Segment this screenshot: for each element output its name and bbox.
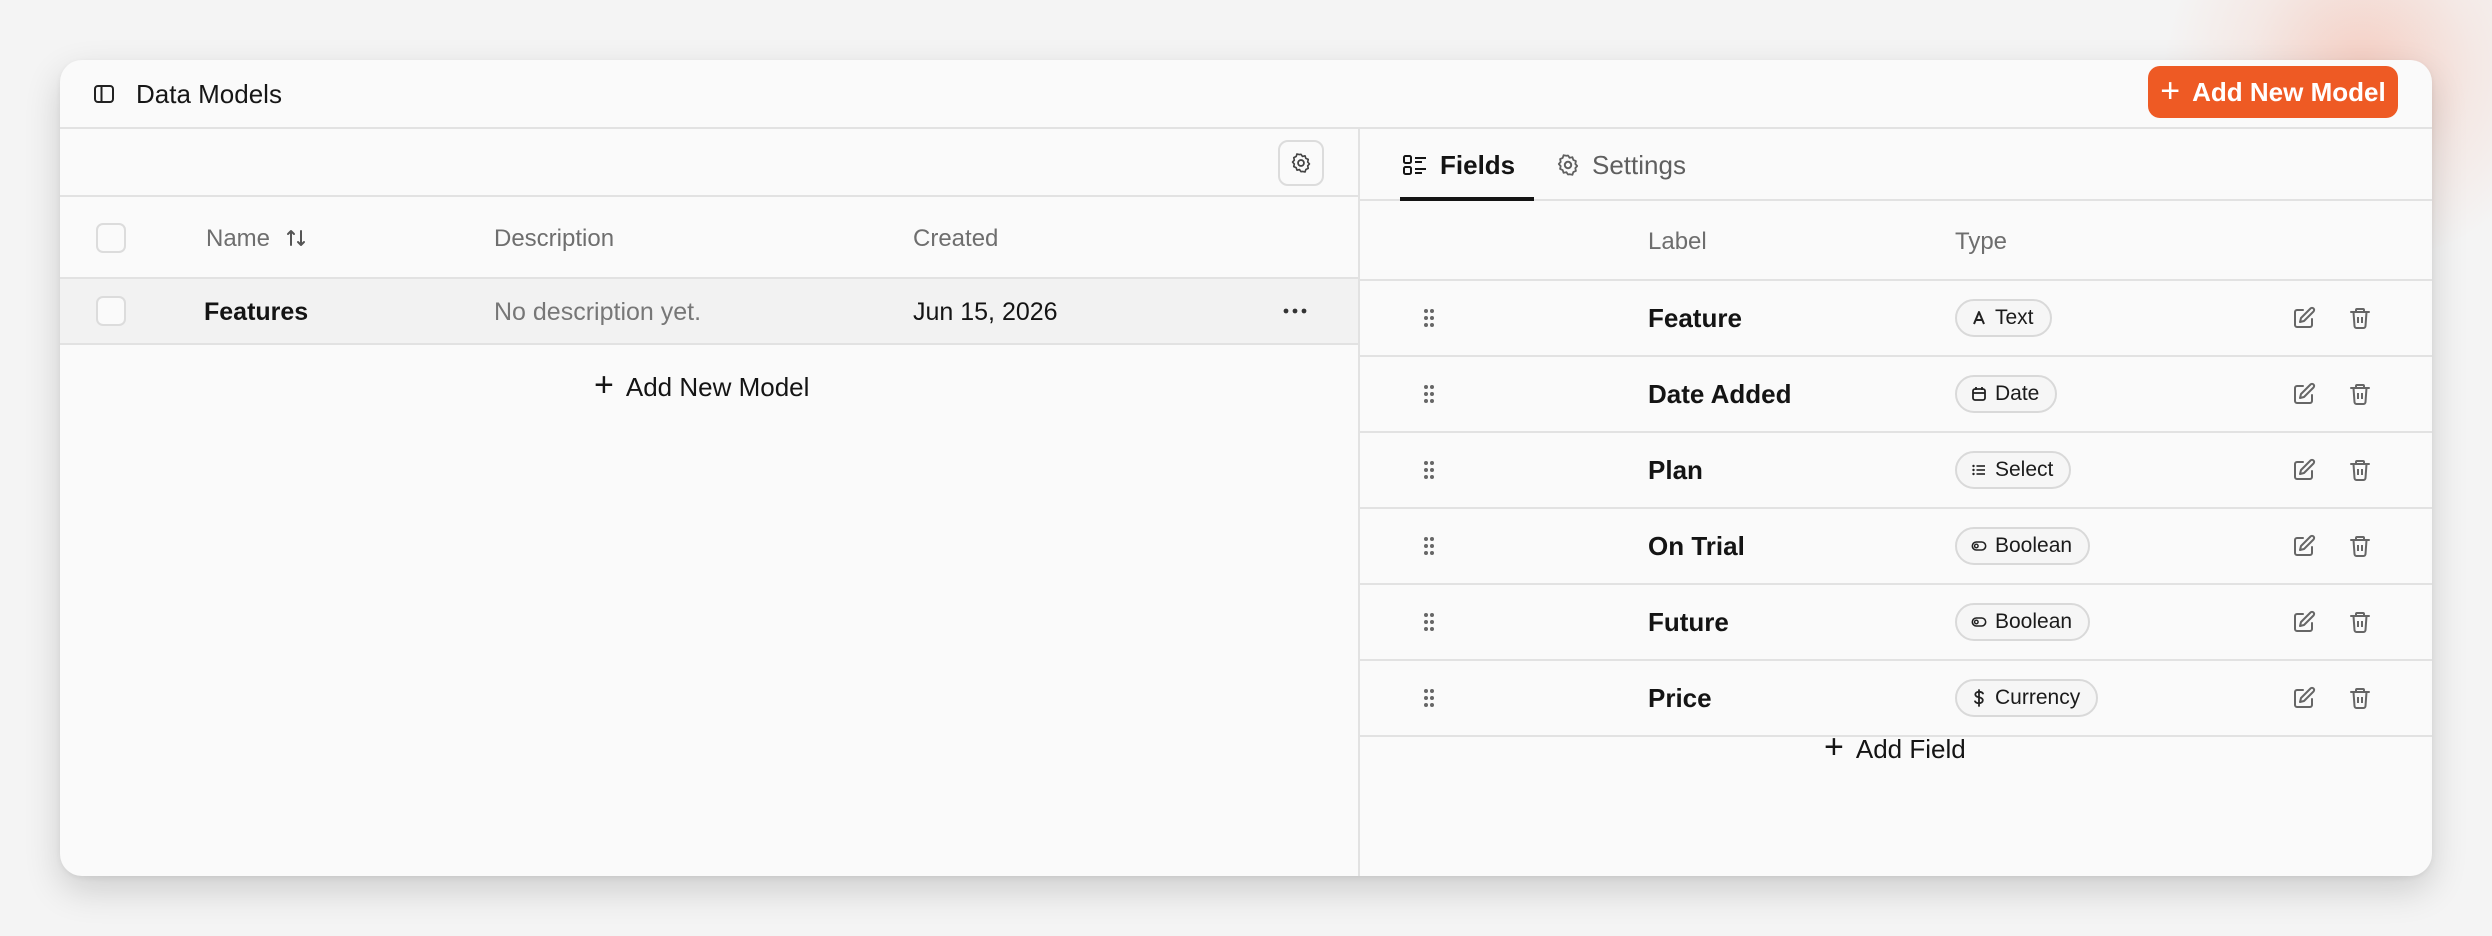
trash-icon[interactable] <box>2346 380 2374 408</box>
fields-table-header: Label Type <box>1360 201 2432 281</box>
fields-pane: Fields Settings Label Type Feature Text Da… <box>1360 129 2432 876</box>
plus-icon: + <box>2160 71 2181 110</box>
sidebar-toggle-icon[interactable] <box>92 82 116 106</box>
trash-icon[interactable] <box>2346 456 2374 484</box>
calendar-icon <box>1971 386 1987 402</box>
drag-handle-icon[interactable] <box>1422 611 1436 633</box>
field-type-badge: Boolean <box>1955 603 2091 641</box>
list-icon <box>1971 462 1987 478</box>
field-type-badge: Text <box>1955 299 2052 337</box>
field-label: Plan <box>1648 455 1703 485</box>
tab-settings[interactable]: Settings <box>1556 143 1686 187</box>
sort-icon <box>286 229 305 246</box>
toggle-icon <box>1971 614 1987 630</box>
row-checkbox[interactable] <box>96 296 126 326</box>
table-row[interactable]: Plan Select <box>1360 433 2432 509</box>
app-window: Data Models + Add New Model Name Descrip… <box>60 60 2432 876</box>
model-name: Features <box>204 298 309 326</box>
field-type-label: Boolean <box>1995 534 2073 557</box>
model-created-date: Jun 15, 2026 <box>913 298 1058 326</box>
add-new-model-link-label: Add New Model <box>625 371 810 402</box>
column-header-label: Label <box>1648 228 1707 255</box>
field-label: Date Added <box>1648 379 1792 409</box>
add-new-model-button[interactable]: + Add New Model <box>2148 66 2398 118</box>
edit-icon[interactable] <box>2290 684 2318 712</box>
gear-icon <box>1291 153 1311 173</box>
edit-icon[interactable] <box>2290 456 2318 484</box>
field-type-label: Boolean <box>1995 610 2073 633</box>
field-type-badge: Select <box>1955 451 2072 489</box>
toggle-icon <box>1971 538 1987 554</box>
trash-icon[interactable] <box>2346 304 2374 332</box>
field-label: Future <box>1648 607 1729 637</box>
drag-handle-icon[interactable] <box>1422 307 1436 329</box>
page-title: Data Models <box>136 79 282 109</box>
add-new-model-label: Add New Model <box>2192 76 2386 107</box>
table-row[interactable]: On Trial Boolean <box>1360 509 2432 585</box>
trash-icon[interactable] <box>2346 532 2374 560</box>
field-type-label: Currency <box>1995 686 2081 709</box>
table-row[interactable]: Date Added Date <box>1360 357 2432 433</box>
models-pane: Name Description Created Features No des… <box>60 129 1358 876</box>
text-type-icon <box>1971 310 1987 326</box>
models-table-header: Name Description Created <box>60 197 1358 279</box>
column-header-type: Type <box>1955 228 2008 255</box>
table-row[interactable]: Features No description yet. Jun 15, 202… <box>60 279 1358 345</box>
field-type-label: Date <box>1995 382 2040 405</box>
trash-icon[interactable] <box>2346 684 2374 712</box>
table-settings-button[interactable] <box>1278 140 1324 186</box>
field-label: Feature <box>1648 303 1742 333</box>
table-row[interactable]: Feature Text <box>1360 281 2432 357</box>
plus-icon: + <box>594 366 614 404</box>
edit-icon[interactable] <box>2290 608 2318 636</box>
list-icon <box>1403 155 1426 175</box>
drag-handle-icon[interactable] <box>1422 459 1436 481</box>
tab-bar: Fields Settings <box>1360 129 2432 201</box>
table-row[interactable]: Price Currency <box>1360 661 2432 737</box>
tab-fields[interactable]: Fields <box>1402 143 1515 187</box>
drag-handle-icon[interactable] <box>1422 535 1436 557</box>
dollar-icon <box>1971 689 1987 707</box>
edit-icon[interactable] <box>2290 380 2318 408</box>
field-type-badge: Date <box>1955 375 2058 413</box>
drag-handle-icon[interactable] <box>1422 687 1436 709</box>
select-all-checkbox[interactable] <box>96 223 126 253</box>
add-field-button[interactable]: + Add Field <box>1824 729 1966 769</box>
field-label: Price <box>1648 683 1712 713</box>
table-row[interactable]: Future Boolean <box>1360 585 2432 661</box>
models-toolbar <box>60 129 1358 197</box>
field-type-badge: Boolean <box>1955 527 2091 565</box>
add-field-label: Add Field <box>1855 733 1966 764</box>
more-options-icon[interactable] <box>1280 299 1310 323</box>
plus-icon: + <box>1824 728 1844 766</box>
field-type-label: Select <box>1995 458 2054 481</box>
field-type-badge: Currency <box>1955 679 2099 717</box>
model-description: No description yet. <box>494 298 702 326</box>
gear-icon <box>1557 154 1579 176</box>
add-new-model-link[interactable]: + Add New Model <box>594 367 809 407</box>
field-label: On Trial <box>1648 531 1745 561</box>
drag-handle-icon[interactable] <box>1422 383 1436 405</box>
edit-icon[interactable] <box>2290 304 2318 332</box>
edit-icon[interactable] <box>2290 532 2318 560</box>
trash-icon[interactable] <box>2346 608 2374 636</box>
column-header-description: Description <box>494 225 615 252</box>
column-header-created: Created <box>913 225 999 252</box>
field-type-label: Text <box>1995 306 2034 329</box>
column-header-name[interactable]: Name <box>206 224 307 254</box>
title-bar: Data Models + Add New Model <box>60 60 2432 129</box>
